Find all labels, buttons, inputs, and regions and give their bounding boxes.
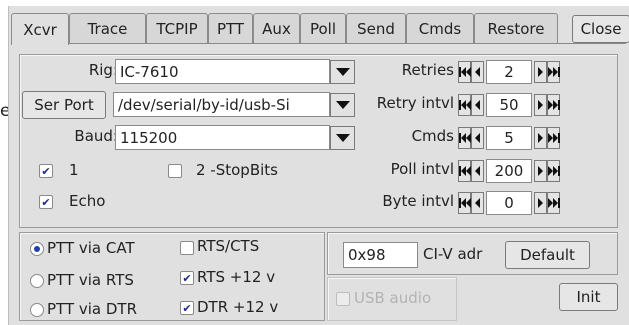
chevron-down-icon (335, 134, 350, 142)
rig-select[interactable]: IC-7610 (115, 59, 330, 84)
tab-aux[interactable]: Aux (253, 13, 300, 43)
retries-value[interactable]: 2 (486, 60, 532, 84)
rig-label: Rig: (88, 61, 118, 79)
baud-label: Baud: (74, 127, 118, 145)
tab-xcvr[interactable]: Xcvr (11, 13, 69, 45)
usb-audio-checkbox[interactable]: ✔ (336, 292, 350, 306)
dtr-12v-checkbox[interactable]: ✔ (180, 301, 194, 315)
retry-intvl-label: Retry intvl (376, 94, 454, 112)
increment-button[interactable] (534, 61, 547, 83)
ptt-dtr-radio[interactable] (30, 303, 44, 317)
dtr-12v-label: DTR +12 v (197, 298, 279, 316)
decrement-button[interactable] (471, 160, 484, 182)
tab-trace[interactable]: Trace (69, 13, 146, 43)
decrement-fast-button[interactable] (458, 61, 471, 83)
chevron-right-icon (538, 133, 543, 143)
increment-fast-button[interactable] (547, 192, 560, 214)
byte-intvl-label: Byte intvl (382, 192, 454, 210)
chevron-down-icon (335, 101, 350, 109)
chevron-right-icon (538, 100, 543, 110)
tab-cmds[interactable]: Cmds (406, 13, 474, 43)
chevron-left-icon (475, 100, 480, 110)
decrement-button[interactable] (471, 192, 484, 214)
rts-cts-checkbox[interactable]: ✔ (180, 241, 194, 255)
decrement-fast-button[interactable] (458, 94, 471, 116)
stopbits-2-label: 2 -StopBits (196, 161, 278, 179)
decrement-fast-button[interactable] (458, 127, 471, 149)
ptt-cat-radio[interactable] (30, 242, 44, 256)
rts-12v-checkbox[interactable]: ✔ (180, 271, 194, 285)
decrement-button[interactable] (471, 61, 484, 83)
chevron-down-icon (335, 68, 350, 76)
usb-audio-label: USB audio (354, 289, 432, 307)
increment-button[interactable] (534, 94, 547, 116)
chevron-right-icon (538, 166, 543, 176)
chevron-left-icon (475, 166, 480, 176)
ser-port-button[interactable]: Ser Port (22, 91, 106, 119)
decrement-button[interactable] (471, 127, 484, 149)
stopbits-1-checkbox[interactable]: ✔ (39, 164, 53, 178)
echo-checkbox[interactable]: ✔ (39, 195, 53, 209)
ptt-rts-radio[interactable] (30, 274, 44, 288)
byte-intvl-value[interactable]: 0 (486, 191, 532, 215)
chevron-left-icon (475, 67, 480, 77)
ptt-rts-label: PTT via RTS (47, 271, 134, 289)
civ-address-label: CI-V adr (423, 245, 483, 263)
poll-intvl-label: Poll intvl (390, 160, 454, 178)
increment-fast-button[interactable] (547, 61, 560, 83)
increment-button[interactable] (534, 127, 547, 149)
chevron-right-icon (538, 198, 543, 208)
echo-label: Echo (69, 192, 106, 210)
stopbits-1-label: 1 (69, 161, 79, 179)
decrement-fast-button[interactable] (458, 160, 471, 182)
ptt-dtr-label: PTT via DTR (47, 300, 138, 318)
rig-config-dialog: Xcvr Trace TCPIP PTT Aux Poll Send Cmds … (8, 6, 629, 325)
tab-poll[interactable]: Poll (300, 13, 346, 43)
increment-fast-button[interactable] (547, 127, 560, 149)
increment-button[interactable] (534, 192, 547, 214)
civ-address-input[interactable]: 0x98 (343, 242, 418, 268)
decrement-fast-button[interactable] (458, 192, 471, 214)
rts-12v-label: RTS +12 v (197, 268, 276, 286)
init-button[interactable]: Init (559, 283, 618, 311)
increment-fast-button[interactable] (547, 160, 560, 182)
tab-restore[interactable]: Restore (474, 13, 558, 43)
chevron-left-icon (475, 198, 480, 208)
tab-tcpip[interactable]: TCPIP (146, 13, 208, 43)
cmds-value[interactable]: 5 (486, 126, 532, 150)
retry-intvl-value[interactable]: 50 (486, 93, 532, 117)
decrement-button[interactable] (471, 94, 484, 116)
tab-send[interactable]: Send (346, 13, 406, 43)
retries-label: Retries (401, 61, 454, 79)
rts-cts-label: RTS/CTS (197, 237, 260, 255)
chevron-left-icon (475, 133, 480, 143)
tab-ptt[interactable]: PTT (208, 13, 253, 43)
baud-select[interactable]: 115200 (115, 125, 330, 150)
close-button[interactable]: Close (572, 15, 629, 43)
stopbits-2-checkbox[interactable]: ✔ (168, 164, 182, 178)
cmds-label: Cmds (411, 127, 454, 145)
increment-button[interactable] (534, 160, 547, 182)
poll-intvl-value[interactable]: 200 (486, 159, 532, 183)
default-button[interactable]: Default (505, 241, 590, 269)
tab-bar-divider (19, 43, 626, 44)
ser-port-select[interactable]: /dev/serial/by-id/usb-Si (113, 92, 330, 117)
chevron-right-icon (538, 67, 543, 77)
increment-fast-button[interactable] (547, 94, 560, 116)
ptt-cat-label: PTT via CAT (47, 239, 135, 257)
